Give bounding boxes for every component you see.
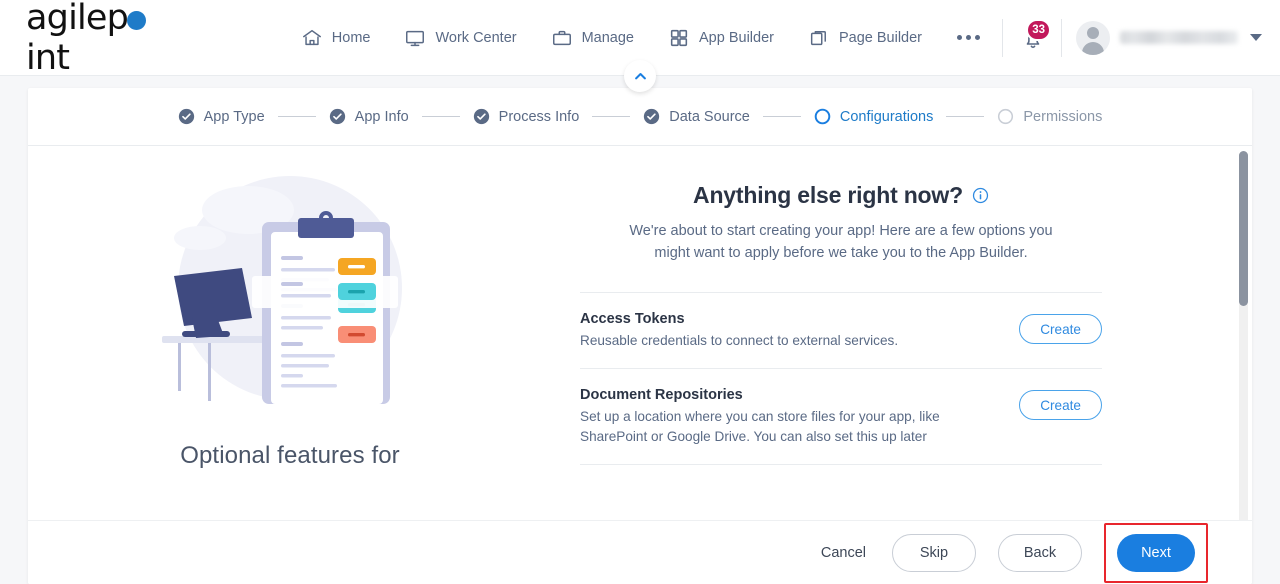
step-permissions[interactable]: Permissions	[997, 108, 1102, 125]
option-description: Reusable credentials to connect to exter…	[580, 333, 899, 348]
page-body: App Type App Info Process Info Data Sour…	[0, 76, 1280, 584]
monitor-icon	[404, 27, 426, 49]
step-connector	[277, 116, 316, 117]
step-app-type[interactable]: App Type	[178, 108, 265, 125]
user-name-label	[1120, 31, 1238, 44]
step-label: Permissions	[1023, 108, 1103, 125]
wizard-body: Optional features for Anything else righ…	[28, 146, 1252, 583]
step-label: Configurations	[839, 108, 934, 125]
step-label: App Type	[203, 108, 265, 125]
nav-label-app-builder: App Builder	[699, 29, 774, 46]
option-text: Document Repositories Set up a location …	[580, 387, 950, 447]
page-title: Anything else right now?	[693, 182, 963, 208]
nav-label-work-center: Work Center	[435, 29, 517, 46]
nav-item-work-center[interactable]: Work Center	[387, 21, 533, 55]
collapse-header-button[interactable]	[624, 60, 656, 92]
step-active-icon	[814, 108, 831, 125]
next-button[interactable]: Next	[1117, 533, 1195, 572]
step-complete-icon	[329, 108, 345, 125]
step-app-info[interactable]: App Info	[329, 108, 409, 125]
step-pending-icon	[998, 108, 1014, 125]
option-description: Set up a location where you can store fi…	[580, 409, 940, 444]
main-navigation: Home Work Center Manage App Builder Page…	[284, 21, 998, 55]
create-access-token-button[interactable]: Create	[1019, 314, 1102, 344]
notification-badge: 33	[1026, 18, 1051, 41]
option-text: Access Tokens Reusable credentials to co…	[580, 311, 898, 351]
grid-icon	[668, 27, 690, 49]
header-divider	[1061, 18, 1062, 57]
step-label: Process Info	[498, 108, 580, 125]
agilepoint-logo[interactable]: agilepint	[26, 0, 188, 78]
nav-item-app-builder[interactable]: App Builder	[651, 21, 791, 55]
next-button-highlight: Next	[1104, 522, 1208, 583]
option-row-access-tokens: Access Tokens Reusable credentials to co…	[580, 292, 1102, 368]
wizard-stepper: App Type App Info Process Info Data Sour…	[28, 88, 1252, 146]
app-header: agilepint Home Work Center Manage App Bu…	[0, 0, 1280, 92]
chevron-up-icon	[634, 72, 646, 79]
content-scrollbar-thumb[interactable]	[1239, 151, 1248, 306]
dot	[966, 35, 971, 40]
nav-label-home: Home	[331, 29, 371, 46]
options-bottom-divider	[580, 464, 1102, 465]
header-divider	[1002, 18, 1003, 57]
illustration-caption: Optional features for	[180, 442, 400, 469]
option-row-document-repositories: Document Repositories Set up a location …	[580, 368, 1102, 464]
dot	[975, 35, 980, 40]
nav-item-manage[interactable]: Manage	[534, 21, 651, 55]
step-connector	[421, 116, 460, 117]
skip-button[interactable]: Skip	[892, 533, 976, 572]
page-subtitle: We're about to start creating your app! …	[629, 223, 1053, 261]
step-label: App Info	[354, 108, 409, 125]
wizard-footer: Cancel Skip Back Next	[28, 520, 1252, 584]
more-menu-icon[interactable]	[939, 25, 998, 50]
dot	[957, 35, 962, 40]
content-pane: Anything else right now? We're about to …	[552, 146, 1252, 583]
step-label: Data Source	[669, 108, 750, 125]
home-icon	[301, 27, 323, 49]
nav-item-home[interactable]: Home	[284, 21, 388, 55]
logo-dot	[127, 10, 147, 30]
wizard-card: App Type App Info Process Info Data Sour…	[28, 88, 1252, 584]
step-process-info[interactable]: Process Info	[473, 108, 580, 125]
option-title: Document Repositories	[580, 387, 743, 403]
briefcase-icon	[551, 27, 573, 49]
nav-label-page-builder: Page Builder	[838, 29, 922, 46]
step-complete-icon	[644, 108, 660, 125]
step-connector	[762, 116, 801, 117]
nav-item-page-builder[interactable]: Page Builder	[791, 21, 939, 55]
step-connector	[592, 116, 631, 117]
step-complete-icon	[473, 108, 489, 125]
user-menu[interactable]	[1066, 15, 1280, 61]
logo-text: agilepint	[26, 0, 188, 78]
step-configurations[interactable]: Configurations	[814, 108, 934, 125]
illustration-pane: Optional features for	[28, 146, 552, 583]
content-scrollbar-track[interactable]	[1239, 151, 1248, 571]
cancel-button[interactable]: Cancel	[817, 539, 870, 567]
notifications-button[interactable]: 33	[1007, 18, 1057, 57]
options-list: Access Tokens Reusable credentials to co…	[580, 292, 1102, 465]
content-title-row: Anything else right now?	[580, 182, 1102, 209]
copy-pages-icon	[808, 27, 830, 49]
info-icon[interactable]	[972, 187, 989, 204]
step-data-source[interactable]: Data Source	[643, 108, 750, 125]
nav-label-manage: Manage	[581, 29, 634, 46]
step-complete-icon	[178, 108, 194, 125]
desk-clipboard-illustration	[140, 168, 440, 438]
option-title: Access Tokens	[580, 311, 685, 327]
chevron-down-icon	[1250, 34, 1262, 41]
back-button[interactable]: Back	[998, 533, 1082, 572]
step-connector	[946, 116, 985, 117]
avatar	[1076, 20, 1110, 55]
create-document-repository-button[interactable]: Create	[1019, 390, 1102, 420]
